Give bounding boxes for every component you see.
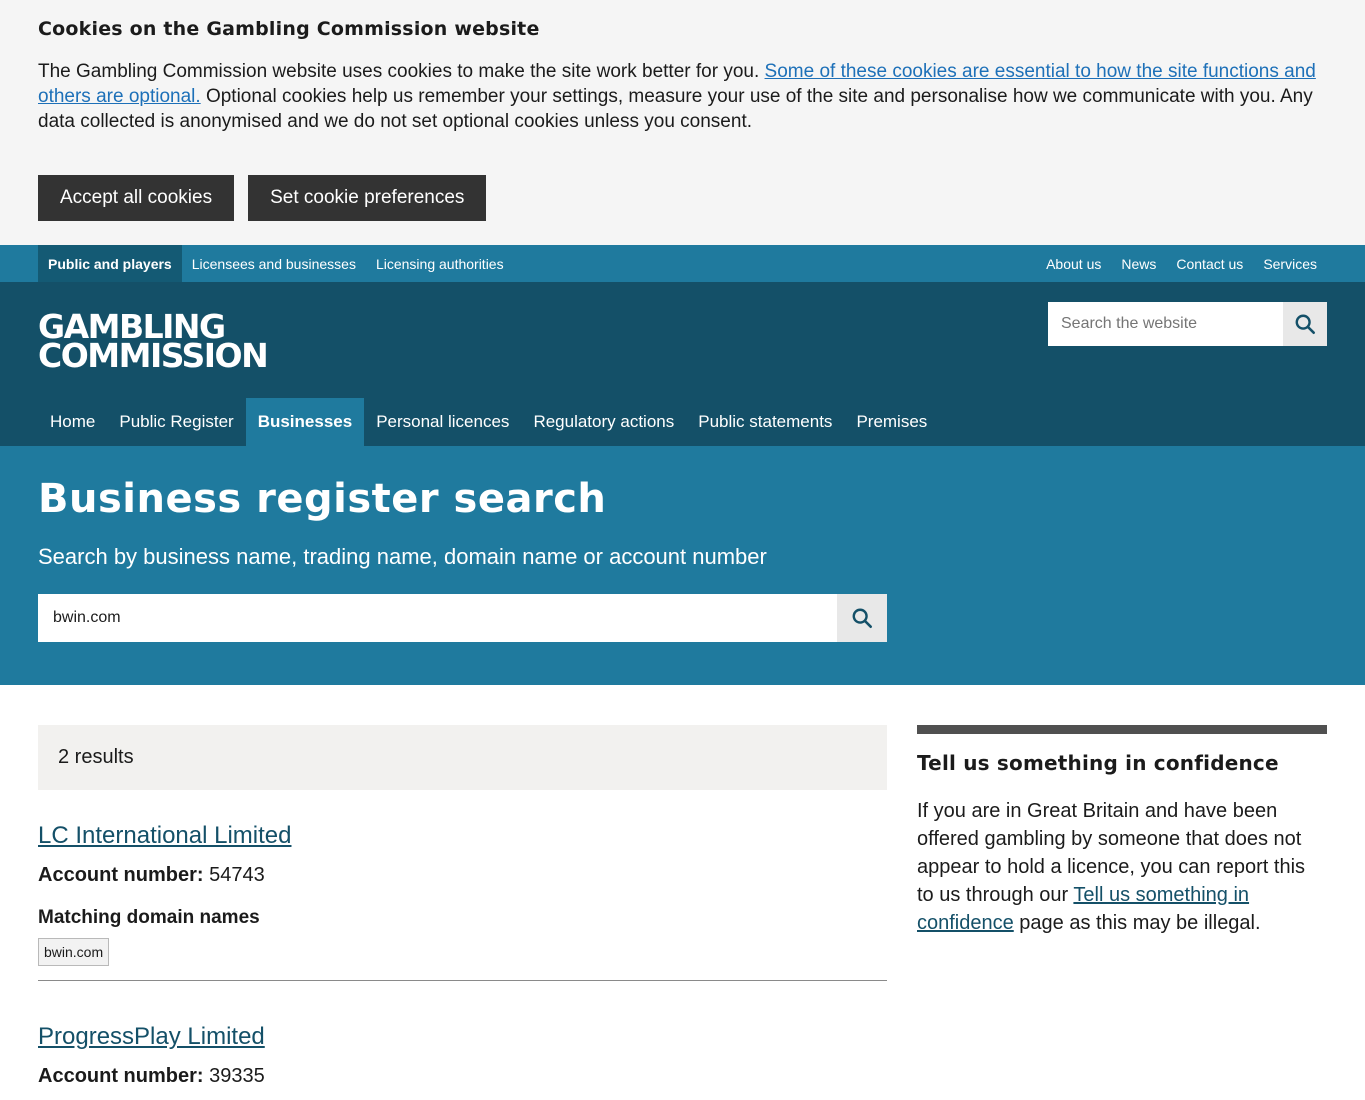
result-item: ProgressPlay Limited Account number: 393…: [38, 981, 887, 1088]
account-number: Account number: 54743: [38, 864, 887, 887]
logo-line-2: COMMISSION: [38, 336, 269, 375]
account-value: 54743: [209, 864, 265, 886]
results-column: 2 results LC International Limited Accou…: [38, 725, 887, 1088]
accept-cookies-button[interactable]: Accept all cookies: [38, 175, 235, 221]
result-title-link[interactable]: ProgressPlay Limited: [38, 1023, 265, 1050]
panel-text-end: page as this may be illegal.: [1013, 912, 1261, 934]
cookie-text-start: The Gambling Commission website uses coo…: [38, 61, 765, 82]
nav-premises[interactable]: Premises: [844, 398, 939, 446]
about-us-link[interactable]: About us: [1036, 245, 1111, 282]
cookie-text: The Gambling Commission website uses coo…: [38, 59, 1327, 134]
utility-bar: Public and players Licensees and busines…: [0, 245, 1365, 282]
nav-businesses[interactable]: Businesses: [245, 398, 365, 446]
nav-public-statements[interactable]: Public statements: [686, 398, 844, 446]
account-number: Account number: 39335: [38, 1065, 887, 1088]
account-label: Account number:: [38, 1065, 204, 1087]
news-link[interactable]: News: [1111, 245, 1166, 282]
cookie-text-end: Optional cookies help us remember your s…: [38, 86, 1313, 132]
site-header: GAMBLING COMMISSION Home Public Register…: [0, 282, 1365, 446]
nav-public-register[interactable]: Public Register: [107, 398, 245, 446]
nav-regulatory-actions[interactable]: Regulatory actions: [521, 398, 686, 446]
panel-top-bar: [917, 725, 1327, 734]
panel-text: If you are in Great Britain and have bee…: [917, 797, 1327, 937]
audience-public-players[interactable]: Public and players: [38, 245, 182, 282]
site-search: [1048, 302, 1327, 346]
audience-licensees[interactable]: Licensees and businesses: [182, 245, 366, 282]
contact-us-link[interactable]: Contact us: [1166, 245, 1253, 282]
main-nav: Home Public Register Businesses Personal…: [38, 398, 939, 446]
domain-tag: bwin.com: [38, 938, 110, 966]
register-search: [38, 594, 887, 642]
search-icon: [852, 608, 872, 628]
account-label: Account number:: [38, 864, 204, 886]
utility-links: About us News Contact us Services: [1036, 245, 1327, 282]
cookie-banner: Cookies on the Gambling Commission websi…: [0, 0, 1365, 245]
result-item: LC International Limited Account number:…: [38, 790, 887, 981]
site-search-button[interactable]: [1283, 302, 1327, 346]
nav-home[interactable]: Home: [38, 398, 107, 446]
cookie-title: Cookies on the Gambling Commission websi…: [38, 18, 540, 40]
confidence-panel: Tell us something in confidence If you a…: [917, 725, 1327, 1088]
gambling-commission-logo[interactable]: GAMBLING COMMISSION: [38, 310, 269, 375]
search-icon: [1295, 314, 1315, 334]
audience-licensing-authorities[interactable]: Licensing authorities: [366, 245, 514, 282]
matching-domains-heading: Matching domain names: [38, 907, 260, 928]
main-content: 2 results LC International Limited Accou…: [0, 685, 1365, 1088]
search-hint: Search by business name, trading name, d…: [38, 544, 767, 569]
cookie-buttons: Accept all cookies Set cookie preference…: [38, 175, 1327, 221]
nav-personal-licences[interactable]: Personal licences: [364, 398, 521, 446]
search-hero: Business register search Search by busin…: [0, 446, 1365, 685]
register-search-button[interactable]: [837, 594, 887, 642]
result-title-link[interactable]: LC International Limited: [38, 822, 291, 849]
page-title: Business register search: [38, 476, 607, 522]
results-count: 2 results: [38, 725, 887, 790]
site-search-input[interactable]: [1048, 302, 1283, 346]
services-link[interactable]: Services: [1253, 245, 1327, 282]
audience-nav: Public and players Licensees and busines…: [38, 245, 514, 282]
register-search-input[interactable]: [38, 594, 837, 642]
account-value: 39335: [209, 1065, 265, 1087]
cookie-preferences-button[interactable]: Set cookie preferences: [248, 175, 487, 221]
panel-title: Tell us something in confidence: [917, 751, 1279, 775]
